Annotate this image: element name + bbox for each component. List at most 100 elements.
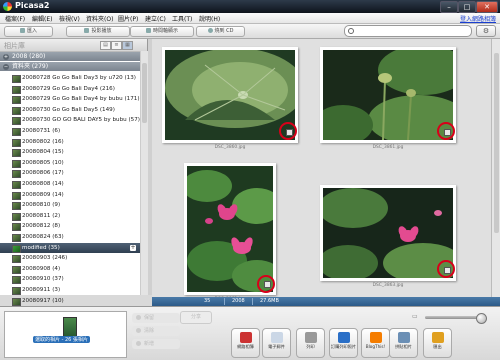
menu-folder[interactable]: 資料夾(O) [86, 14, 113, 23]
folder-thumbnail-icon [12, 265, 21, 274]
folder-item[interactable]: 20080729 Go Go Bali Day4 (216) [0, 84, 140, 94]
folder-thumbnail-icon [12, 202, 21, 211]
title-bar: Picasa2 – □ ✕ [0, 0, 500, 13]
folder-item[interactable]: 20080810 (9) [0, 200, 140, 211]
list-view-button[interactable]: ≡ [111, 41, 122, 50]
folder-item[interactable]: 20080805 (10) [0, 158, 140, 168]
grid-scrollbar[interactable] [491, 39, 500, 297]
folder-item[interactable]: 20080802 (16) [0, 137, 140, 147]
folder-item[interactable]: 20080811 (2) [0, 211, 140, 221]
folder-item[interactable]: 20080729 Go Go Bali Day4 by bubu (171) [0, 94, 140, 105]
tree-view-button[interactable]: ▦ [122, 41, 133, 50]
share-button[interactable]: 分享 [180, 311, 212, 324]
menu-picture[interactable]: 圖片(P) [118, 14, 138, 23]
folder-item[interactable]: 20080728 Go Go Bali Day3 by u720 (13) [0, 73, 140, 83]
lotus-flowers-image [323, 188, 453, 278]
settings-button[interactable]: ⚙ [476, 25, 496, 37]
action-button-2[interactable]: 電子郵件 [262, 328, 291, 358]
annotation-circle [257, 275, 275, 293]
folder-item[interactable]: 20080808 (14) [0, 179, 140, 189]
folder-item[interactable]: 20080731 (6) [0, 126, 140, 136]
gear-icon: ⚙ [482, 27, 490, 35]
menu-help[interactable]: 說明(H) [199, 14, 220, 23]
photo-tray[interactable]: 選取的相片 - 26 張相片 [4, 311, 127, 358]
burn-cd-button[interactable]: 燒到 CD [196, 26, 245, 37]
action-button-4[interactable]: 訂購列印照片 [329, 328, 358, 358]
action-label: 拼貼相片 [395, 344, 412, 349]
folder-thumbnail-icon [12, 117, 21, 126]
folder-item[interactable]: 20080908 (4) [0, 264, 140, 274]
clear-button[interactable]: 清除 [132, 326, 180, 336]
maximize-button[interactable]: □ [458, 1, 476, 13]
signin-link[interactable]: 登入網路相簿 [460, 14, 496, 23]
action-button-1[interactable]: 網路相簿 [231, 328, 260, 358]
scrollbar-thumb[interactable] [494, 53, 499, 233]
annotation-circle [437, 260, 455, 278]
menu-tools[interactable]: 工具(T) [172, 14, 192, 23]
photo-thumbnail-1[interactable]: DSC_3860.jpg [162, 47, 298, 150]
divider [224, 298, 225, 305]
folder-size: 27.6MB [260, 298, 279, 304]
folder-name: 20080804 (15) [22, 149, 64, 156]
folder-thumbnail-icon [12, 276, 21, 285]
folder-item[interactable]: 20080910 (37) [0, 274, 140, 285]
clear-icon [136, 328, 141, 333]
group-year[interactable]: +2008 (280) [0, 52, 140, 61]
folder-name: 20080903 (246) [22, 255, 68, 262]
folder-thumbnail-icon [12, 255, 21, 264]
picasa-logo-icon [3, 2, 12, 11]
zoom-slider-knob[interactable] [476, 313, 487, 324]
collapse-view-button[interactable]: ▤ [100, 41, 111, 50]
folder-item[interactable]: 20080730 GO GO BALI DAY5 by bubu (57) [0, 115, 140, 126]
action-label: 列印 [306, 344, 315, 349]
folder-item[interactable]: 20080824 (63) [0, 232, 140, 242]
menu-view[interactable]: 檢視(V) [59, 14, 80, 23]
zoom-out-icon: ▭ [412, 313, 418, 320]
add-to-tray-icon[interactable]: + [130, 244, 136, 251]
folder-item-selected[interactable]: modified (35) + [0, 242, 140, 253]
group-folders[interactable]: − 資料夾 (279) [0, 62, 140, 71]
folder-item[interactable]: 20080903 (246) [0, 253, 140, 264]
menu-file[interactable]: 檔案(F) [5, 14, 25, 23]
timeline-button[interactable]: 時間軸顯示 [130, 26, 194, 37]
menu-create[interactable]: 建立(C) [145, 14, 166, 23]
folder-thumbnail-icon [12, 96, 21, 105]
import-button[interactable]: 匯入 [4, 26, 53, 37]
folder-item[interactable]: 20080804 (15) [0, 147, 140, 158]
action-button-7[interactable]: 匯出 [423, 328, 452, 358]
folder-name: 20080730 GO GO BALI DAY5 by bubu (57) [22, 117, 140, 124]
folder-year: 2008 [232, 298, 245, 304]
minimize-button[interactable]: – [440, 1, 458, 13]
hold-button[interactable]: 保留 [132, 313, 180, 323]
pin-icon [136, 315, 141, 320]
folder-name: 20080810 (9) [22, 202, 61, 209]
photo-thumbnail-4[interactable]: DSC_3863.jpg [320, 185, 456, 288]
photo-thumbnail-3[interactable]: DSC_3862.jpg [184, 163, 276, 302]
folder-item[interactable]: 20080806 (17) [0, 168, 140, 179]
folder-thumbnail-icon [12, 170, 21, 179]
action-icon [337, 332, 350, 343]
action-button-3[interactable]: 列印 [296, 328, 325, 358]
action-button-6[interactable]: 拼貼相片 [389, 328, 418, 358]
menu-edit[interactable]: 編輯(E) [32, 14, 52, 23]
folder-thumbnail-icon [12, 85, 21, 94]
collapse-icon: − [3, 64, 9, 70]
menu-bar: 檔案(F) 編輯(E) 檢視(V) 資料夾(O) 圖片(P) 建立(C) 工具(… [0, 13, 500, 24]
photo-thumbnail-2[interactable]: DSC_3861.jpg [320, 47, 456, 150]
folder-item[interactable]: 20080812 (8) [0, 221, 140, 232]
folder-item[interactable]: 20080809 (14) [0, 190, 140, 200]
slideshow-button[interactable]: 投影播放 [66, 26, 130, 37]
folder-item[interactable]: 20080911 (3) [0, 285, 140, 295]
folder-item[interactable]: 20080730 Go Go Bali Day5 (149) [0, 105, 140, 115]
scrollbar-thumb[interactable] [142, 63, 147, 123]
action-icon [431, 332, 444, 343]
search-input[interactable] [344, 25, 472, 37]
zoom-slider[interactable] [425, 316, 481, 319]
library-scrollbar[interactable] [140, 51, 148, 295]
close-button[interactable]: ✕ [476, 1, 498, 13]
add-button[interactable]: 新增 [132, 339, 180, 349]
folder-item[interactable]: 20080917 (10) [0, 296, 140, 306]
action-button-5[interactable]: BlogThis! [361, 328, 390, 358]
photo-caption: DSC_3863.jpg [372, 283, 404, 288]
annotation-circle [437, 122, 455, 140]
